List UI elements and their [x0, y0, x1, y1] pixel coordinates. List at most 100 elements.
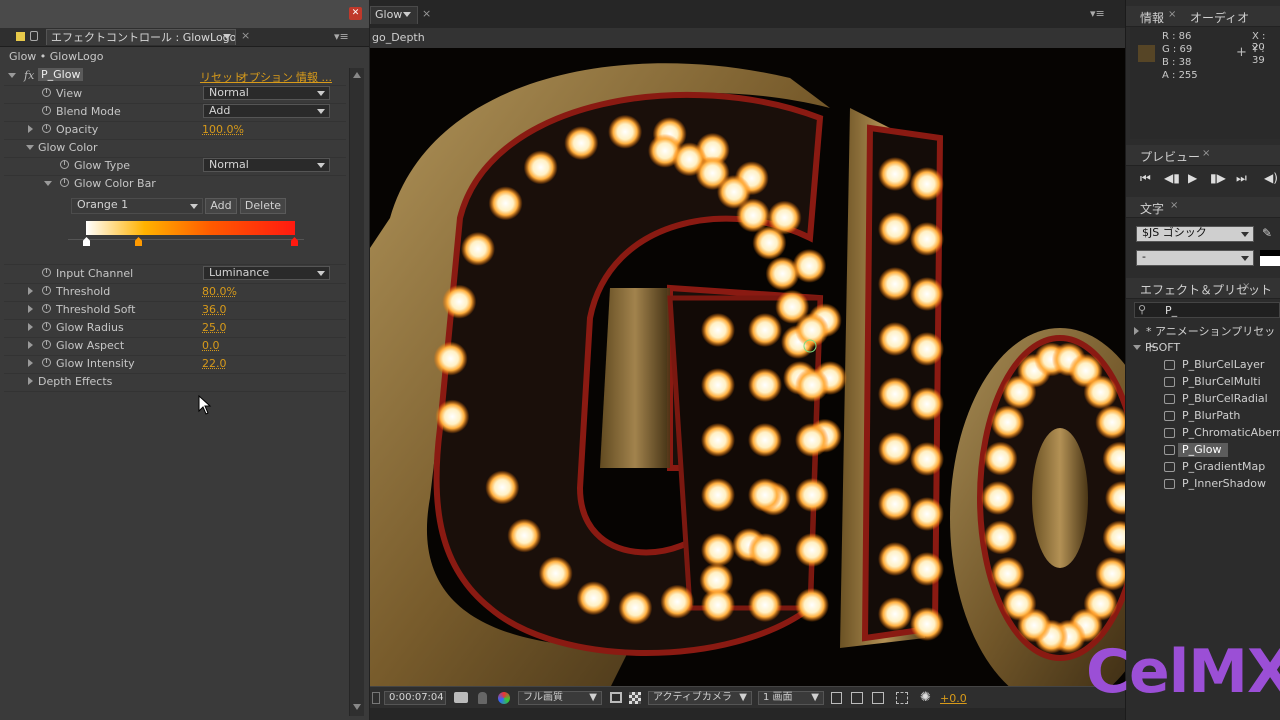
stopwatch-icon[interactable] [42, 286, 51, 295]
expand-triangle-icon[interactable] [28, 125, 33, 133]
tab-info[interactable]: 情報 [1140, 9, 1164, 26]
add-button[interactable]: Add [205, 198, 237, 214]
stopwatch-icon[interactable] [60, 160, 69, 169]
tab-effect-controls[interactable]: エフェクトコントロール : GlowLogo [46, 29, 236, 45]
collapse-triangle-icon[interactable] [26, 145, 34, 150]
stopwatch-icon[interactable] [42, 268, 51, 277]
panel-menu-icon[interactable]: ▾≡ [1090, 7, 1105, 20]
stopwatch-icon[interactable] [42, 340, 51, 349]
group-psoft[interactable]: PSOFT [1145, 341, 1180, 354]
expand-triangle-icon[interactable] [28, 341, 33, 349]
effect-name[interactable]: P_Glow [38, 68, 84, 81]
tab-close-icon[interactable]: × [1242, 281, 1250, 292]
scroll-down-icon[interactable] [353, 704, 361, 710]
play-icon[interactable]: ▶ [1188, 171, 1197, 185]
stopwatch-icon[interactable] [42, 358, 51, 367]
view-dropdown[interactable]: Normal [203, 86, 330, 100]
camera-snapshot-icon[interactable] [454, 692, 468, 703]
glow-intensity-value[interactable]: 22.0 [202, 357, 227, 370]
param-group-glow-color[interactable]: Glow Color [4, 139, 346, 158]
blend-mode-dropdown[interactable]: Add [203, 104, 330, 118]
expand-triangle-icon[interactable] [28, 359, 33, 367]
glow-radius-value[interactable]: 25.0 [202, 321, 227, 334]
collapse-triangle-icon[interactable] [1133, 345, 1141, 350]
fill-color-swatch[interactable] [1260, 250, 1280, 266]
delete-button[interactable]: Delete [240, 198, 286, 214]
expand-triangle-icon[interactable] [28, 377, 33, 385]
list-item[interactable]: P_BlurCelMulti [1182, 375, 1261, 388]
param-group-depth-effects[interactable]: Depth Effects [4, 373, 346, 392]
character-title[interactable]: 文字 [1140, 200, 1164, 217]
resolution-dropdown[interactable]: フル画質 ▼ [518, 691, 602, 705]
last-frame-icon[interactable]: ⏭ [1236, 171, 1247, 186]
stopwatch-icon[interactable] [42, 124, 51, 133]
tab-close-icon[interactable]: × [241, 29, 250, 42]
color-preset-dropdown[interactable]: Orange 1 [71, 198, 203, 214]
tab-close-icon[interactable]: × [1202, 148, 1210, 159]
list-item[interactable]: P_GradientMap [1182, 460, 1265, 473]
composition-canvas[interactable] [370, 48, 1125, 686]
toggle-pixel-aspect-icon[interactable] [831, 692, 842, 704]
list-item[interactable]: P_InnerShadow [1182, 477, 1266, 490]
lock-icon[interactable] [30, 31, 38, 41]
audio-icon[interactable]: ◀) [1264, 171, 1278, 185]
first-frame-icon[interactable]: ⏮ [1140, 171, 1151, 186]
stopwatch-icon[interactable] [42, 88, 51, 97]
expand-triangle-icon[interactable] [1134, 327, 1139, 335]
glow-type-dropdown[interactable]: Normal [203, 158, 330, 172]
opacity-value[interactable]: 100.0% [202, 123, 244, 136]
flowchart-icon[interactable] [896, 692, 908, 704]
scroll-up-icon[interactable] [353, 72, 361, 78]
exposure-value[interactable]: +0.0 [940, 692, 967, 705]
fast-preview-icon[interactable] [851, 692, 863, 704]
effect-header-row[interactable]: fx P_Glow リセット オプション ... 情報 ... [4, 67, 346, 86]
timecode-field[interactable]: 0:00:07:04 [384, 691, 446, 705]
stopwatch-icon[interactable] [60, 178, 69, 187]
glow-aspect-value[interactable]: 0.0 [202, 339, 220, 352]
expand-triangle-icon[interactable] [28, 287, 33, 295]
tab-close-icon[interactable]: × [1170, 200, 1178, 211]
scrollbar[interactable] [349, 68, 364, 716]
exposure-icon[interactable]: ✺ [920, 690, 931, 705]
region-of-interest-icon[interactable] [610, 692, 622, 703]
prev-frame-icon[interactable]: ◀▮ [1164, 171, 1180, 185]
input-channel-dropdown[interactable]: Luminance [203, 266, 330, 280]
list-item[interactable]: P_BlurCelLayer [1182, 358, 1264, 371]
gradient-bar[interactable] [86, 221, 295, 235]
tab-dropdown-icon[interactable] [223, 34, 231, 39]
list-item-selected[interactable]: P_Glow [1182, 443, 1221, 456]
stopwatch-icon[interactable] [42, 304, 51, 313]
search-field[interactable]: ⚲ P_ [1134, 302, 1280, 318]
timeline-icon[interactable] [872, 692, 884, 704]
transparency-grid-icon[interactable] [629, 692, 641, 704]
next-frame-icon[interactable]: ▮▶ [1210, 171, 1226, 185]
effects-presets-title[interactable]: エフェクト＆プリセット [1140, 281, 1272, 298]
views-dropdown[interactable]: 1 画面 ▼ [758, 691, 824, 705]
eyedropper-icon[interactable]: ✎ [1262, 226, 1272, 240]
expand-triangle-icon[interactable] [28, 323, 33, 331]
preview-title[interactable]: プレビュー [1140, 148, 1200, 165]
list-item[interactable]: P_BlurPath [1182, 409, 1240, 422]
font-style-dropdown[interactable]: - [1136, 250, 1254, 266]
collapse-triangle-icon[interactable] [44, 181, 52, 186]
font-family-dropdown[interactable]: $JS ゴシック [1136, 226, 1254, 242]
tab-audio[interactable]: オーディオ [1190, 9, 1249, 26]
expand-triangle-icon[interactable] [28, 305, 33, 313]
list-item[interactable]: P_BlurCelRadial [1182, 392, 1268, 405]
channel-icon[interactable] [498, 692, 510, 704]
tab-dropdown-icon[interactable] [403, 12, 411, 17]
close-icon[interactable]: ✕ [349, 7, 362, 20]
camera-dropdown[interactable]: アクティブカメラ ▼ [648, 691, 752, 705]
threshold-soft-value[interactable]: 36.0 [202, 303, 227, 316]
magnify-toggle-icon[interactable] [372, 692, 380, 704]
tab-close-icon[interactable]: × [422, 7, 431, 20]
info-link[interactable]: 情報 ... [296, 69, 332, 85]
list-item[interactable]: P_ChromaticAberrat [1182, 426, 1280, 439]
tab-close-icon[interactable]: × [1168, 9, 1176, 20]
fx-icon[interactable]: fx [24, 69, 34, 82]
show-snapshot-icon[interactable] [478, 692, 487, 704]
stopwatch-icon[interactable] [42, 322, 51, 331]
collapse-triangle-icon[interactable] [8, 73, 16, 78]
panel-menu-icon[interactable]: ▾≡ [334, 30, 349, 43]
search-input[interactable]: P_ [1165, 304, 1177, 317]
